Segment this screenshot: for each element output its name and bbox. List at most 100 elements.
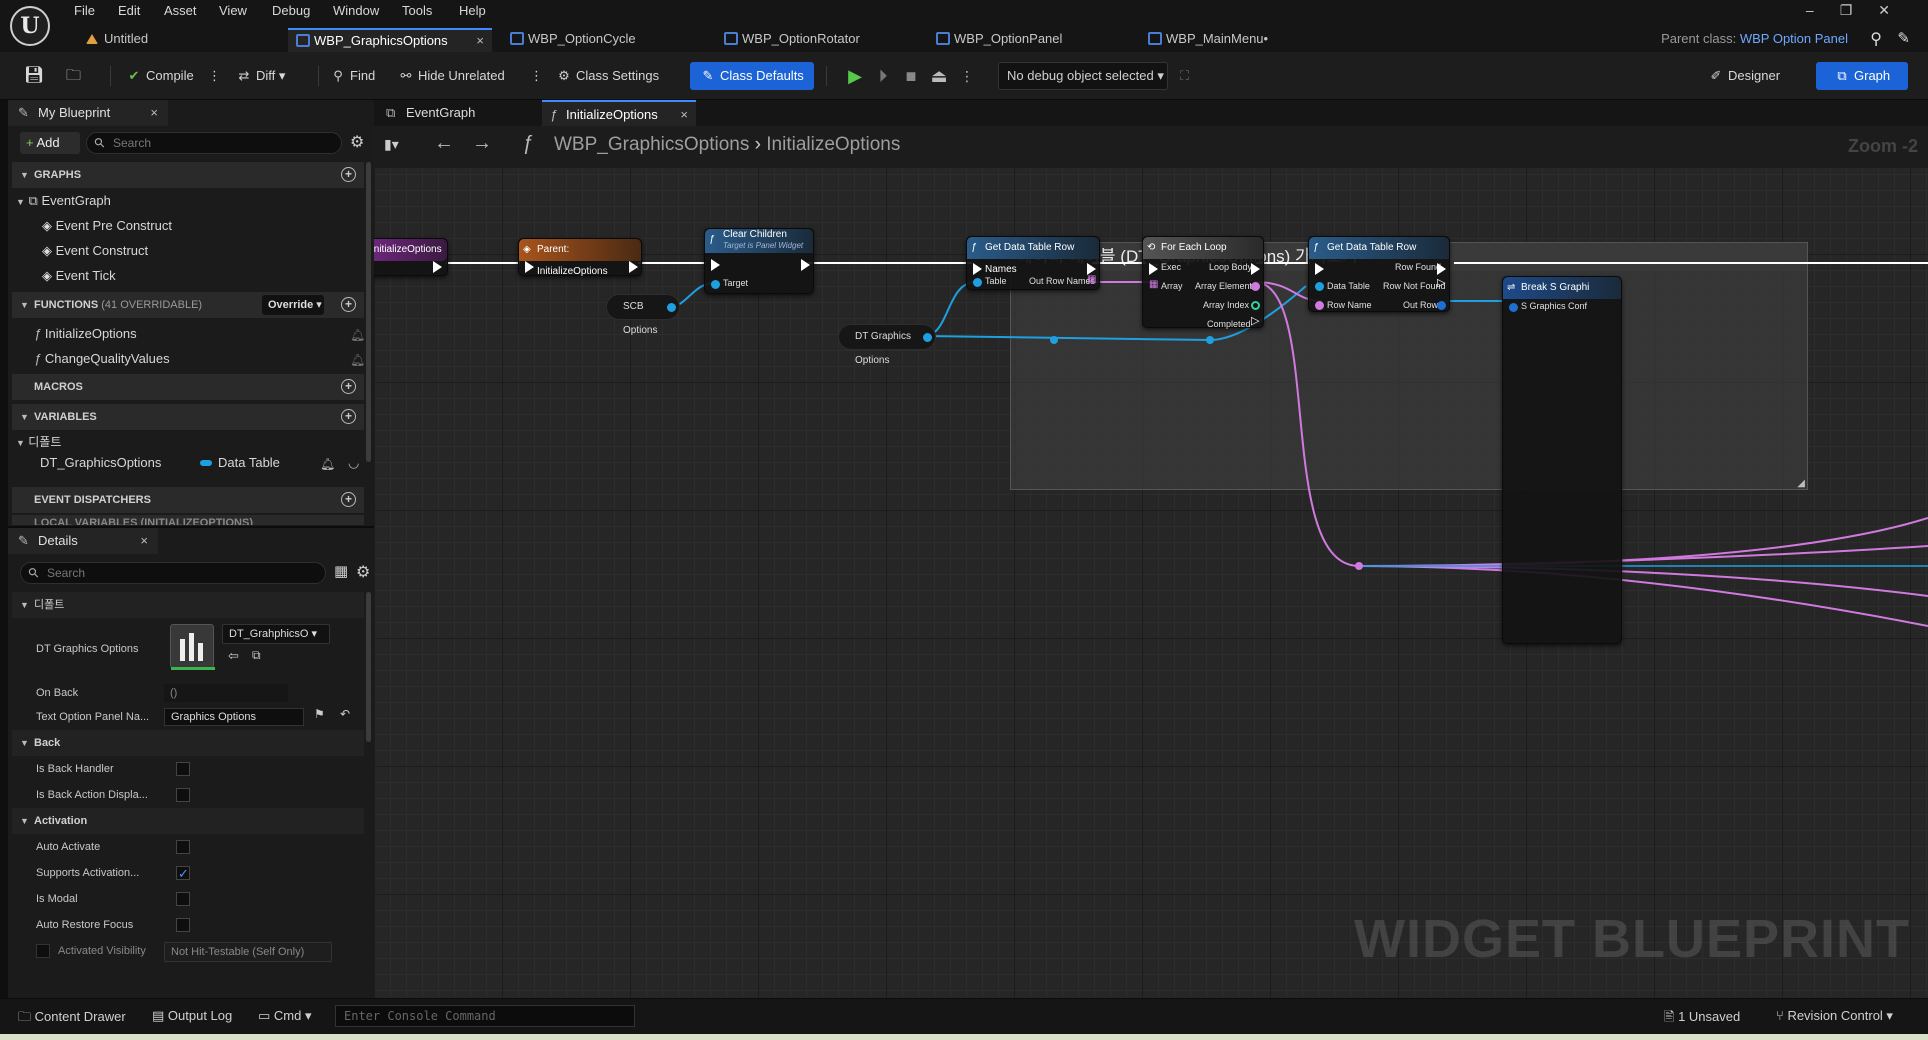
flag-icon[interactable]: ⚑	[314, 707, 325, 721]
row-found-pin[interactable]	[1437, 263, 1446, 275]
menu-debug[interactable]: Debug	[272, 3, 310, 18]
debug-filter-icon[interactable]: ⛶	[1180, 62, 1189, 90]
tree-function-initialize-options[interactable]: ƒ InitializeOptions	[34, 326, 137, 341]
output-log-button[interactable]: ▤ Output Log	[152, 1008, 232, 1024]
menu-view[interactable]: View	[219, 3, 247, 18]
search-icon[interactable]: ⚲	[1870, 29, 1882, 49]
gear-icon[interactable]: ⚙	[350, 132, 364, 152]
target-pin[interactable]	[711, 280, 720, 289]
console-input[interactable]: Enter Console Command	[335, 1005, 635, 1027]
override-dropdown[interactable]: Override ▾	[262, 295, 324, 315]
tree-event-graph[interactable]: ▼ ⧉ EventGraph	[16, 193, 111, 209]
hide-unrelated-button[interactable]: ⚯ Hide Unrelated	[398, 62, 505, 90]
unsaved-button[interactable]: 🖹︎ 1 Unsaved	[1664, 1008, 1740, 1030]
activation-category[interactable]: ▼ Activation	[12, 808, 364, 834]
add-dispatcher-icon[interactable]: +	[341, 492, 356, 507]
loop-body-pin[interactable]	[1251, 263, 1260, 275]
add-variable-icon[interactable]: +	[341, 409, 356, 424]
exec-in-pin[interactable]	[1315, 263, 1324, 275]
reset-icon[interactable]: ↶	[340, 707, 350, 721]
save-icon[interactable]: 💾︎	[24, 62, 44, 90]
add-macro-icon[interactable]: +	[341, 379, 356, 394]
dt-graphics-dropdown[interactable]: DT_GrahphicsO ▾	[222, 624, 330, 644]
tree-event-construct[interactable]: ◈ Event Construct	[42, 243, 148, 259]
gear-icon[interactable]: ⚙	[356, 562, 370, 582]
node-break-struct[interactable]: ⇌ Break S Graphi S Graphics Conf	[1502, 276, 1622, 644]
play-icon[interactable]: ▶	[844, 64, 866, 88]
row-not-found-pin[interactable]: ▷	[1437, 276, 1445, 289]
tab-event-graph[interactable]: ⧉ EventGraph	[384, 100, 534, 126]
local-variables-section[interactable]: LOCAL VARIABLES (INITIALIZEOPTIONS)	[12, 515, 364, 525]
doc-tab-untitled[interactable]: Untitled	[78, 28, 274, 52]
details-search-input[interactable]: Search	[20, 562, 326, 584]
diff-button[interactable]: ⇄ Diff ▾	[236, 62, 286, 90]
back-category[interactable]: ▼ Back	[12, 730, 364, 756]
var-out-pin[interactable]	[923, 333, 932, 342]
compile-button[interactable]: ✔ Compile	[126, 62, 194, 90]
browse-icon[interactable]: ⧉	[252, 648, 261, 663]
play-options-icon[interactable]: ⋮	[956, 64, 978, 88]
compile-options-icon[interactable]: ⋮	[208, 62, 221, 90]
scrollbar[interactable]	[366, 162, 371, 462]
details-default-category[interactable]: ▼ 디폴트	[12, 592, 364, 618]
scrollbar[interactable]	[366, 592, 371, 742]
node-for-each-loop[interactable]: ⟲ For Each Loop Exec Loop Body ▦ Array Ar…	[1142, 236, 1264, 329]
exec-out-pin[interactable]	[629, 261, 638, 273]
graph-mode-button[interactable]: ⧉ Graph	[1816, 62, 1909, 90]
window-controls[interactable]: –❐✕	[1806, 2, 1916, 19]
doc-tab-option-panel[interactable]: WBP_OptionPanel	[928, 28, 1128, 52]
exec-in-pin[interactable]	[973, 263, 982, 275]
visibility-icon[interactable]: ◡	[348, 455, 359, 471]
doc-tab-option-rotator[interactable]: WBP_OptionRotator	[716, 28, 916, 52]
reroute-dot[interactable]	[1050, 336, 1058, 344]
variable-type[interactable]: Data Table	[200, 455, 280, 470]
close-icon[interactable]: ×	[476, 30, 484, 52]
on-back-value[interactable]: ()	[164, 684, 288, 702]
menu-edit[interactable]: Edit	[118, 3, 140, 18]
add-button[interactable]: + Add	[20, 132, 80, 154]
exec-in-pin[interactable]	[1149, 263, 1158, 275]
add-graph-icon[interactable]: +	[341, 167, 356, 182]
close-icon[interactable]: ×	[680, 102, 688, 128]
node-dt-graphics-options[interactable]: DT Graphics Options	[838, 324, 936, 366]
variable-dt-graphics-options[interactable]: DT_GraphicsOptions	[40, 455, 161, 470]
exec-out-pin[interactable]	[433, 261, 442, 273]
data-table-thumbnail[interactable]	[170, 624, 215, 670]
class-settings-button[interactable]: ⚙ Class Settings	[556, 62, 659, 90]
close-icon[interactable]: ×	[150, 100, 158, 126]
node-get-row-names[interactable]: ƒ Get Data Table Row Names Table Out Row …	[966, 236, 1100, 290]
node-parent-call[interactable]: ◈ Parent: InitializeOptions	[518, 238, 642, 277]
array-element-pin[interactable]	[1251, 282, 1260, 291]
unreal-logo-icon[interactable]: U	[10, 6, 50, 46]
row-name-pin[interactable]	[1315, 301, 1324, 310]
array-pin[interactable]: ▦	[1149, 279, 1158, 290]
stop-icon[interactable]: ■	[900, 64, 922, 88]
close-icon[interactable]: ×	[140, 528, 148, 554]
array-index-pin[interactable]	[1251, 301, 1260, 310]
use-selected-icon[interactable]: ⇦	[228, 648, 239, 664]
more-options-icon[interactable]: ⋮	[530, 62, 543, 90]
tab-initialize-options[interactable]: ƒ InitializeOptions ×	[542, 100, 696, 126]
event-dispatchers-section[interactable]: EVENT DISPATCHERS +	[12, 487, 364, 513]
supports-activation-checkbox[interactable]	[176, 863, 190, 885]
functions-section[interactable]: ▼ FUNCTIONS (41 OVERRIDABLE) Override ▾ +	[12, 292, 364, 318]
activated-visibility-dropdown[interactable]: Not Hit-Testable (Self Only)	[164, 942, 332, 962]
variables-section[interactable]: ▼ VARIABLES +	[12, 404, 364, 430]
exec-in-pin[interactable]	[711, 259, 720, 271]
menu-file[interactable]: File	[74, 3, 95, 18]
auto-activate-checkbox[interactable]	[176, 840, 190, 854]
data-table-pin[interactable]	[1315, 282, 1324, 291]
node-get-row[interactable]: ƒ Get Data Table Row Row Found Data Table…	[1308, 236, 1450, 312]
node-clear-children[interactable]: ƒ Clear Children Target is Panel Widget Ta…	[704, 228, 814, 294]
eject-icon[interactable]: ⏏	[928, 64, 950, 88]
blueprint-graph[interactable]: ▮▾ ← → ƒ WBP_GraphicsOptions › Initializ…	[374, 126, 1928, 998]
out-row-pin[interactable]	[1437, 301, 1446, 310]
content-drawer-button[interactable]: 🗀︎ Content Drawer	[18, 1008, 126, 1030]
blueprint-search-input[interactable]: Search	[86, 132, 342, 154]
reroute-dot[interactable]	[1355, 562, 1363, 570]
designer-button[interactable]: ✐ Designer	[1708, 62, 1780, 90]
is-back-action-checkbox[interactable]	[176, 788, 190, 802]
step-icon[interactable]: ⏵	[872, 64, 894, 88]
reroute-dot[interactable]	[1206, 336, 1214, 344]
details-tab[interactable]: ✎ Details ×	[8, 528, 158, 554]
